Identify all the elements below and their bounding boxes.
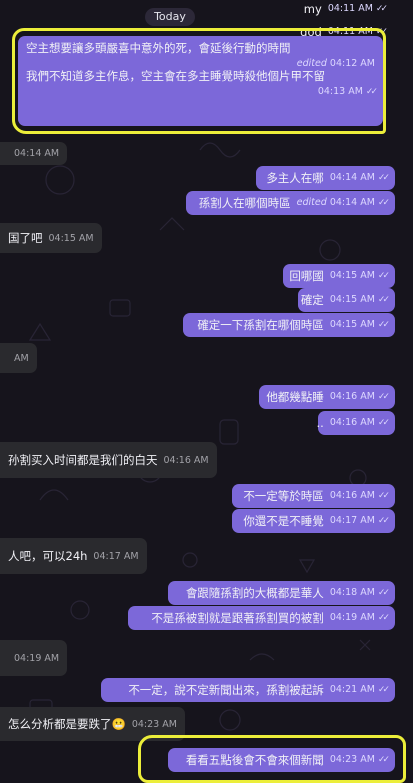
message-meta: edited 04:14 AM ✓✓ [296,196,390,210]
outgoing-message[interactable]: 你還不是不睡覺 04:17 AM ✓✓ [232,509,395,533]
outgoing-message[interactable]: my 04:11 AM ✓✓ [300,0,393,18]
outgoing-message[interactable]: 確定 04:15 AM ✓✓ [298,288,395,312]
message-time: 04:14 AM [14,148,60,159]
message-time: 04:17 AM [329,515,375,526]
double-check-icon: ✓✓ [377,418,390,428]
double-check-icon: ✓✓ [377,613,390,623]
message-text: .. [316,415,324,430]
outgoing-message[interactable]: 確定一下孫割在哪個時區 04:15 AM ✓✓ [183,313,395,337]
message-time: AM [14,352,29,364]
double-check-icon: ✓✓ [377,588,390,598]
message-meta: 04:21 AM ✓✓ [329,683,390,697]
message-meta: 04:15 AM ✓✓ [329,269,390,283]
double-check-icon: ✓✓ [377,516,390,526]
message-meta: 04:19 AM [14,652,59,665]
message-text: 不是孫被割就是跟著孫割買的被割 [151,610,324,625]
incoming-message[interactable]: 国了吧 04:15 AM [0,223,102,253]
message-time: 04:19 AM [329,612,375,623]
incoming-message[interactable]: AM [0,343,37,373]
message-meta: 04:16 AM ✓✓ [329,390,390,404]
message-text: 確定 [300,292,324,307]
outgoing-message[interactable]: 不一定等於時區 04:16 AM ✓✓ [232,484,395,508]
message-text: 孙割买入时间都是我们的白天 [8,452,158,467]
message-meta: 04:19 AM ✓✓ [329,611,390,625]
incoming-message[interactable]: 孙割买入时间都是我们的白天 04:16 AM [0,442,217,478]
outgoing-message[interactable]: 孫割人在哪個時區 edited 04:14 AM ✓✓ [186,191,395,215]
message-text: 国了吧 [8,230,43,245]
double-check-icon: ✓✓ [377,392,390,402]
double-check-icon: ✓✓ [375,4,388,14]
message-text: 不一定等於時區 [243,488,324,503]
message-text: 人吧，可以24h [8,548,88,563]
message-text: 怎么分析都是要跌了 [8,716,112,731]
message-meta: 04:14 AM [14,147,59,160]
double-check-icon: ✓✓ [377,295,390,305]
message-time: 04:21 AM [329,684,375,695]
date-separator: Today [145,8,195,26]
message-time: 04:15 AM [329,319,375,330]
message-text: my [303,1,322,16]
double-check-icon: ✓✓ [377,685,390,695]
message-meta: 04:17 AM ✓✓ [329,514,390,528]
double-check-icon: ✓✓ [377,173,390,183]
double-check-icon: ✓✓ [377,320,390,330]
message-meta: 04:17 AM [93,550,138,563]
message-time: 04:14 AM [329,197,375,208]
message-time: 04:16 AM [329,417,375,428]
outgoing-message[interactable]: 不一定，說不定新聞出來，孫割被起訴 04:21 AM ✓✓ [101,678,395,702]
message-time: 04:15 AM [48,232,94,244]
message-time: 04:14 AM [329,172,375,183]
message-text: 回哪國 [289,268,324,283]
message-time: 04:11 AM [327,3,373,14]
outgoing-message[interactable]: 多主人在哪 04:14 AM ✓✓ [256,166,395,190]
message-meta: 04:16 AM ✓✓ [329,416,390,430]
message-meta: 04:15 AM ✓✓ [329,293,390,307]
message-meta: AM [14,352,29,365]
incoming-message[interactable]: 人吧，可以24h 04:17 AM [0,538,147,574]
highlight-outline-1 [12,28,386,134]
message-time: 04:16 AM [329,391,375,402]
message-meta: 04:15 AM [49,232,94,245]
incoming-message[interactable]: 04:19 AM [0,640,68,676]
message-time: 04:16 AM [329,490,375,501]
outgoing-message[interactable]: .. 04:16 AM ✓✓ [316,411,395,435]
outgoing-message[interactable]: 不是孫被割就是跟著孫割買的被割 04:19 AM ✓✓ [128,606,395,630]
incoming-message[interactable]: 04:14 AM [0,142,68,165]
message-meta: 04:18 AM ✓✓ [329,586,390,600]
message-meta: 04:15 AM ✓✓ [329,318,390,332]
message-time: 04:23 AM [131,718,177,730]
double-check-icon: ✓✓ [377,198,390,208]
message-text: 多主人在哪 [266,170,324,185]
message-meta: 04:11 AM ✓✓ [327,0,388,18]
outgoing-message[interactable]: 回哪國 04:15 AM ✓✓ [283,264,395,288]
message-text: 你還不是不睡覺 [243,513,324,528]
message-text: 不一定，說不定新聞出來，孫割被起訴 [128,682,324,697]
message-time: 04:18 AM [329,587,375,598]
message-meta: 04:23 AM [132,718,177,731]
highlight-outline-2 [138,735,406,783]
message-text: 會跟隨孫割的大概都是華人 [185,585,324,600]
message-text: 孫割人在哪個時區 [198,195,291,210]
message-text: 確定一下孫割在哪個時區 [197,317,324,332]
grimace-emoji-icon: 😬 [111,716,126,731]
message-time: 04:16 AM [163,454,209,466]
message-time: 04:15 AM [329,294,375,305]
outgoing-message[interactable]: 會跟隨孫割的大概都是華人 04:18 AM ✓✓ [168,581,395,605]
message-meta: 04:16 AM ✓✓ [329,489,390,503]
message-time: 04:19 AM [14,652,60,664]
edited-label: edited [296,197,330,208]
message-meta: 04:14 AM ✓✓ [329,171,390,185]
double-check-icon: ✓✓ [377,491,390,501]
message-time: 04:15 AM [329,270,375,281]
outgoing-message[interactable]: 他都幾點睡 04:16 AM ✓✓ [259,385,395,409]
double-check-icon: ✓✓ [377,271,390,281]
message-meta: 04:16 AM [164,454,209,467]
message-text: 他都幾點睡 [266,389,324,404]
message-time: 04:17 AM [93,550,139,562]
